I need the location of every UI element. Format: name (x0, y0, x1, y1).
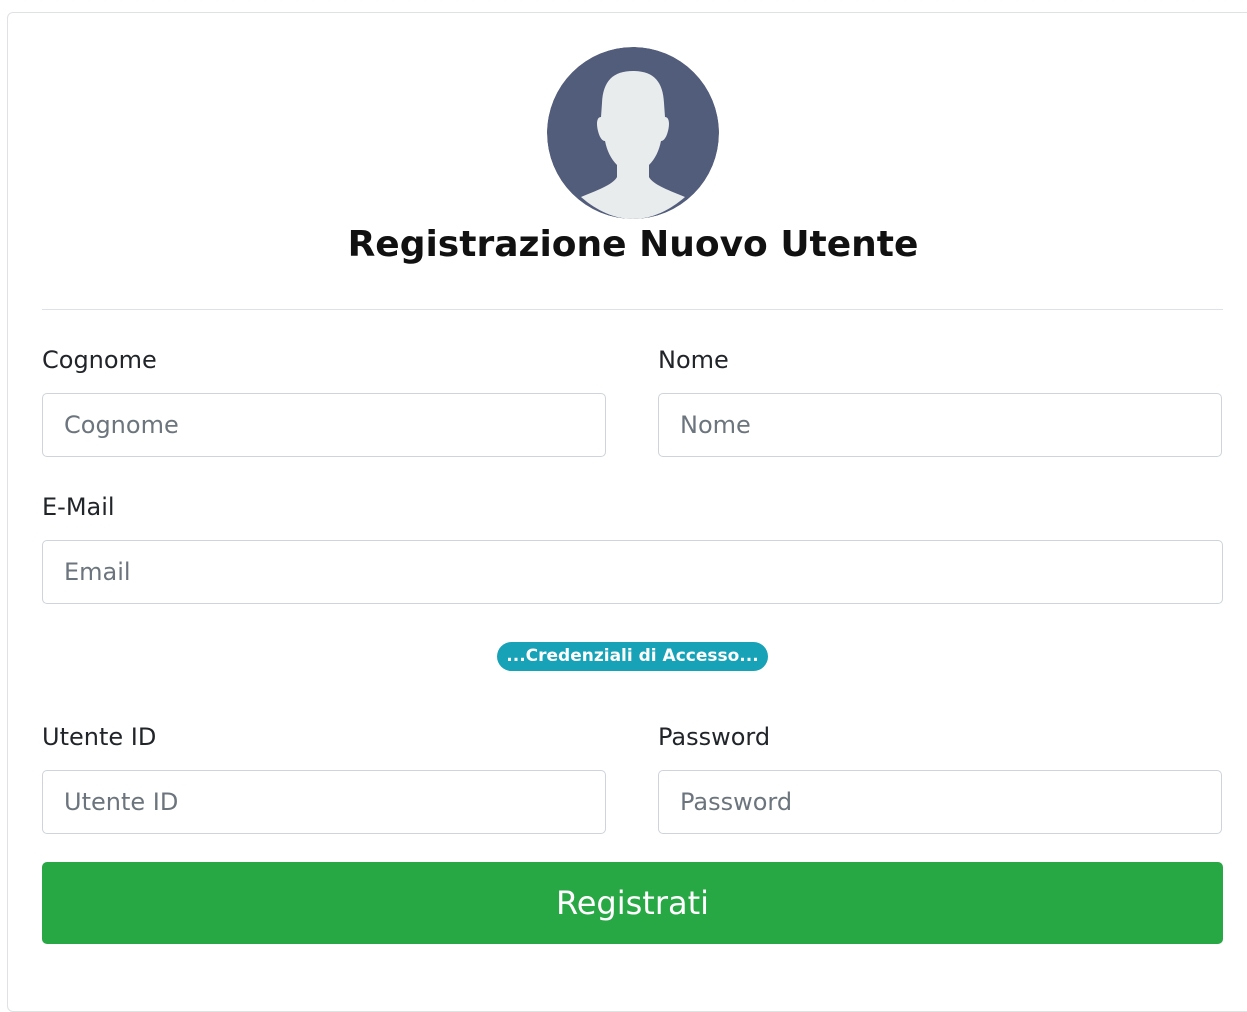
register-button[interactable]: Registrati (42, 862, 1223, 944)
user-silhouette-icon (547, 47, 719, 219)
utente-id-input[interactable] (42, 770, 606, 834)
title-divider (42, 309, 1223, 310)
nome-label: Nome (658, 346, 729, 374)
page-title: Registrazione Nuovo Utente (347, 224, 919, 265)
email-input[interactable] (42, 540, 1223, 604)
cognome-input[interactable] (42, 393, 606, 457)
nome-input[interactable] (658, 393, 1222, 457)
password-label: Password (658, 723, 771, 751)
email-label: E-Mail (42, 493, 115, 521)
cognome-label: Cognome (42, 346, 157, 374)
utente-id-label: Utente ID (42, 723, 157, 751)
password-input[interactable] (658, 770, 1222, 834)
credentials-section-badge: ...Credenziali di Accesso... (497, 642, 768, 671)
